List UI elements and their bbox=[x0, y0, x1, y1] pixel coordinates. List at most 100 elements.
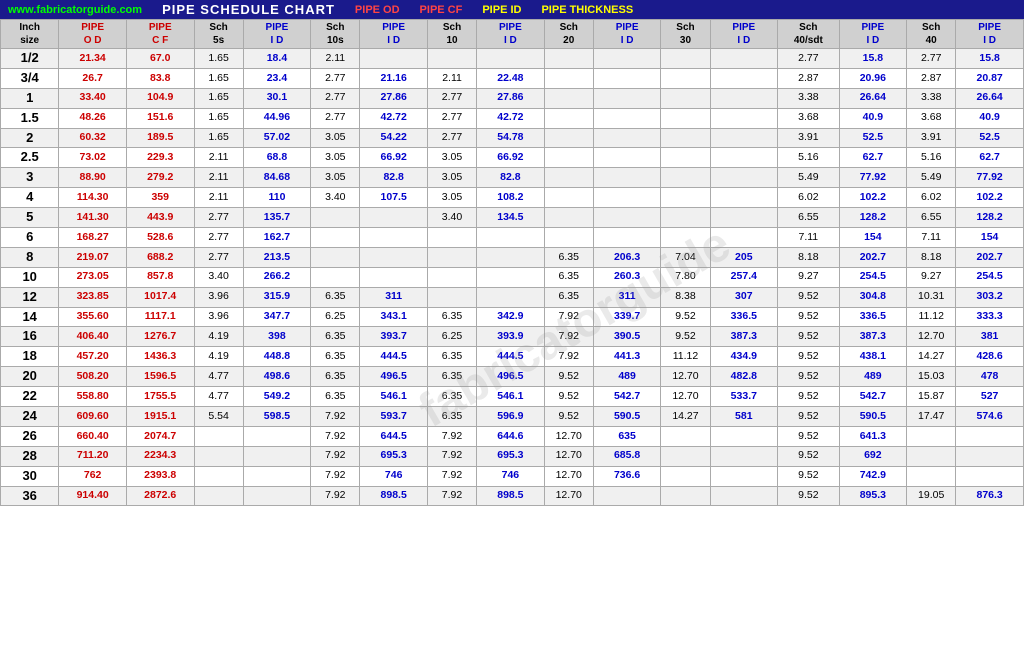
table-cell: 254.5 bbox=[956, 267, 1024, 287]
thick-label: PIPE THICKNESS bbox=[541, 4, 633, 16]
col-sch10s-header: Sch10s bbox=[311, 20, 360, 49]
table-cell: 12.70 bbox=[544, 486, 593, 506]
table-cell: 898.5 bbox=[477, 486, 545, 506]
table-cell: 88.90 bbox=[59, 168, 127, 188]
table-cell: 60.32 bbox=[59, 128, 127, 148]
table-cell: 6.55 bbox=[778, 208, 839, 228]
table-cell: 168.27 bbox=[59, 228, 127, 248]
table-cell: 381 bbox=[956, 327, 1024, 347]
table-cell bbox=[710, 446, 778, 466]
table-cell: 685.8 bbox=[593, 446, 661, 466]
table-cell: 736.6 bbox=[593, 466, 661, 486]
table-cell: 6.35 bbox=[311, 367, 360, 387]
table-cell: 73.02 bbox=[59, 148, 127, 168]
table-cell bbox=[593, 68, 661, 88]
table-cell: 1.65 bbox=[194, 108, 243, 128]
table-cell: 2.11 bbox=[194, 188, 243, 208]
table-cell: 202.7 bbox=[956, 247, 1024, 267]
table-cell: 2.87 bbox=[778, 68, 839, 88]
table-cell: 3.68 bbox=[778, 108, 839, 128]
table-cell: 482.8 bbox=[710, 367, 778, 387]
table-cell: 339.7 bbox=[593, 307, 661, 327]
table-cell: 393.7 bbox=[360, 327, 428, 347]
table-cell: 2.11 bbox=[194, 148, 243, 168]
table-cell: 206.3 bbox=[593, 247, 661, 267]
table-cell: 6.35 bbox=[311, 347, 360, 367]
table-cell: 311 bbox=[360, 287, 428, 307]
table-cell: 5.16 bbox=[778, 148, 839, 168]
table-cell: 6.02 bbox=[907, 188, 956, 208]
table-cell: 108.2 bbox=[477, 188, 545, 208]
table-cell bbox=[477, 49, 545, 69]
table-row: 8219.07688.22.77213.56.35206.37.042058.1… bbox=[1, 247, 1024, 267]
table-cell: 83.8 bbox=[126, 68, 194, 88]
pipe-schedule-table: Inchsize PIPEO D PIPEC F Sch5s PIPEI D S… bbox=[0, 19, 1024, 506]
table-cell: 77.92 bbox=[956, 168, 1024, 188]
table-cell: 7.92 bbox=[311, 486, 360, 506]
col-id7-header: PIPEI D bbox=[956, 20, 1024, 49]
table-cell: 333.3 bbox=[956, 307, 1024, 327]
table-cell: 107.5 bbox=[360, 188, 428, 208]
table-cell bbox=[593, 188, 661, 208]
table-cell: 7.92 bbox=[544, 307, 593, 327]
table-cell: 2872.6 bbox=[126, 486, 194, 506]
table-cell bbox=[194, 446, 243, 466]
table-cell: 9.52 bbox=[544, 387, 593, 407]
table-cell bbox=[661, 108, 710, 128]
table-cell: 347.7 bbox=[243, 307, 311, 327]
table-cell: 7.92 bbox=[311, 446, 360, 466]
table-cell: 12.70 bbox=[544, 446, 593, 466]
chart-title: PIPE SCHEDULE CHART bbox=[162, 2, 335, 17]
table-cell: 3.38 bbox=[778, 88, 839, 108]
table-cell: 6.02 bbox=[778, 188, 839, 208]
table-cell: 508.20 bbox=[59, 367, 127, 387]
table-cell bbox=[544, 49, 593, 69]
table-row: 26660.402074.77.92644.57.92644.612.70635… bbox=[1, 426, 1024, 446]
table-cell bbox=[710, 208, 778, 228]
table-cell: 52.5 bbox=[956, 128, 1024, 148]
table-cell: 3.91 bbox=[778, 128, 839, 148]
table-cell: 746 bbox=[360, 466, 428, 486]
table-row: 18457.201436.34.19448.86.35444.56.35444.… bbox=[1, 347, 1024, 367]
col-sch30-header: Sch30 bbox=[661, 20, 710, 49]
table-cell: 9.52 bbox=[544, 367, 593, 387]
table-cell: 17.47 bbox=[907, 407, 956, 427]
table-cell: 5 bbox=[1, 208, 59, 228]
table-cell: 9.52 bbox=[778, 307, 839, 327]
table-cell: 2.77 bbox=[311, 88, 360, 108]
table-cell bbox=[956, 446, 1024, 466]
table-cell: 7.92 bbox=[311, 466, 360, 486]
table-cell: 23.4 bbox=[243, 68, 311, 88]
table-cell: 9.52 bbox=[778, 367, 839, 387]
table-cell: 266.2 bbox=[243, 267, 311, 287]
table-cell: 9.52 bbox=[661, 327, 710, 347]
table-cell: 20.87 bbox=[956, 68, 1024, 88]
table-cell: 3 bbox=[1, 168, 59, 188]
table-cell: 593.7 bbox=[360, 407, 428, 427]
table-cell: 898.5 bbox=[360, 486, 428, 506]
col-id1-header: PIPEI D bbox=[243, 20, 311, 49]
table-cell: 6.35 bbox=[427, 367, 476, 387]
table-cell: 590.5 bbox=[593, 407, 661, 427]
table-cell: 496.5 bbox=[360, 367, 428, 387]
table-cell: 444.5 bbox=[477, 347, 545, 367]
table-cell: 315.9 bbox=[243, 287, 311, 307]
table-cell: 1117.1 bbox=[126, 307, 194, 327]
table-cell bbox=[710, 108, 778, 128]
table-cell: 746 bbox=[477, 466, 545, 486]
table-cell: 4.19 bbox=[194, 347, 243, 367]
table-cell: 644.5 bbox=[360, 426, 428, 446]
table-cell: 15.03 bbox=[907, 367, 956, 387]
top-bar: www.fabricatorguide.com PIPE SCHEDULE CH… bbox=[0, 0, 1024, 19]
table-cell: 82.8 bbox=[360, 168, 428, 188]
table-cell: 9.52 bbox=[661, 307, 710, 327]
table-cell bbox=[593, 49, 661, 69]
table-cell: 857.8 bbox=[126, 267, 194, 287]
col-sch40-header: Sch40 bbox=[907, 20, 956, 49]
table-cell: 498.6 bbox=[243, 367, 311, 387]
table-cell: 2.77 bbox=[194, 247, 243, 267]
table-cell bbox=[661, 426, 710, 446]
table-cell: 1.5 bbox=[1, 108, 59, 128]
table-cell: 323.85 bbox=[59, 287, 127, 307]
table-cell: 10 bbox=[1, 267, 59, 287]
